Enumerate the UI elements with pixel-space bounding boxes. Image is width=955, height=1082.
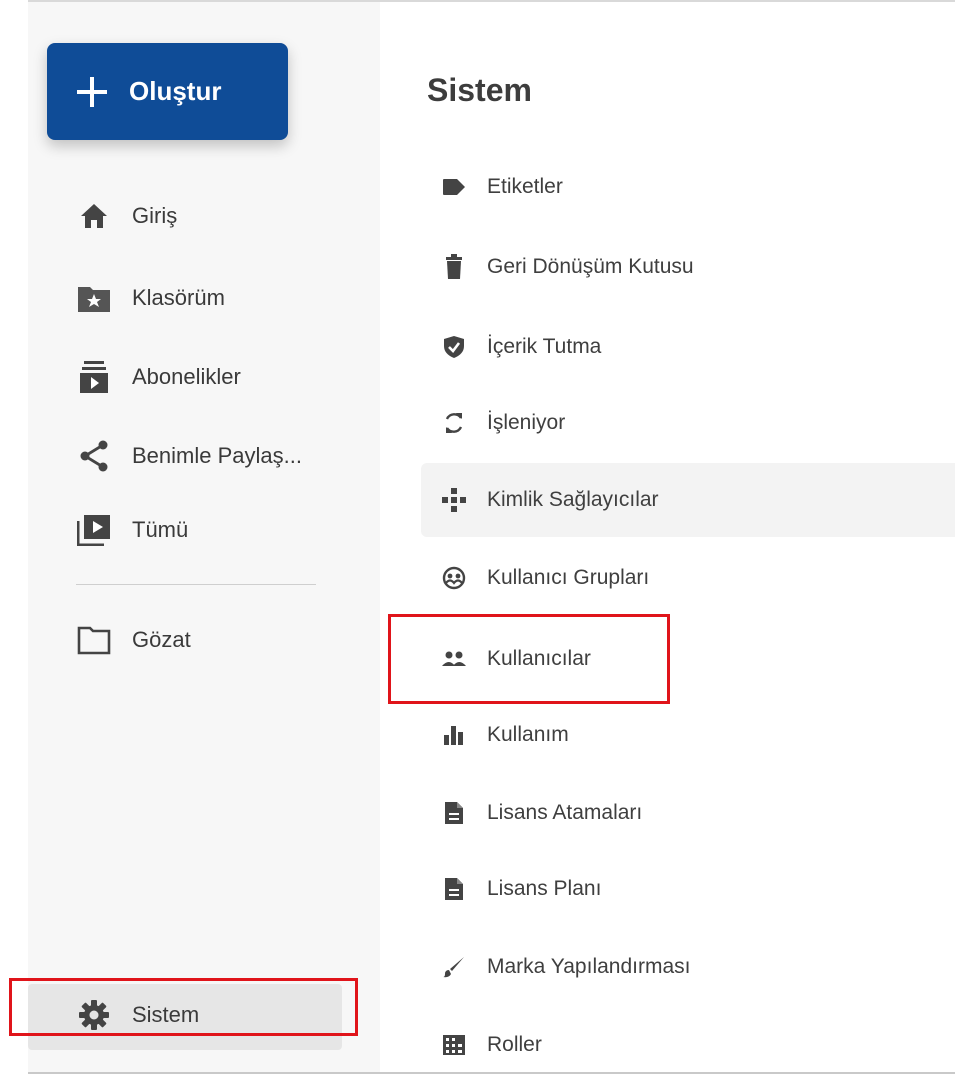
menu-item-label: Geri Dönüşüm Kutusu	[487, 255, 694, 278]
video-library-icon	[76, 512, 112, 548]
create-button[interactable]: Oluştur	[47, 43, 288, 140]
menu-item-tags[interactable]: Etiketler	[421, 150, 955, 224]
menu-item-processing[interactable]: İşleniyor	[421, 386, 955, 460]
menu-item-label: Kullanıcı Grupları	[487, 566, 650, 589]
menu-item-brand-configuration[interactable]: Marka Yapılandırması	[421, 930, 955, 1004]
sidebar-item-browse[interactable]: Gözat	[60, 610, 360, 670]
sidebar-item-home[interactable]: Giriş	[60, 186, 360, 246]
sidebar-item-subscriptions[interactable]: Abonelikler	[60, 347, 360, 407]
folder-star-icon	[76, 280, 112, 316]
subscriptions-icon	[76, 359, 112, 395]
trash-icon	[441, 254, 467, 280]
menu-item-label: İçerik Tutma	[487, 335, 602, 358]
menu-item-license-assignments[interactable]: Lisans Atamaları	[421, 776, 955, 850]
sidebar-item-label: Klasörüm	[132, 285, 225, 310]
user-groups-icon	[441, 565, 467, 591]
highlight-box-users	[388, 614, 670, 704]
menu-item-label: Marka Yapılandırması	[487, 955, 691, 978]
menu-item-label: Kullanım	[487, 723, 569, 746]
sidebar-item-my-folder[interactable]: Klasörüm	[60, 268, 360, 328]
menu-item-recycle-bin[interactable]: Geri Dönüşüm Kutusu	[421, 230, 955, 304]
create-button-label: Oluştur	[129, 76, 222, 106]
menu-item-label: Lisans Atamaları	[487, 801, 643, 824]
home-icon	[76, 198, 112, 234]
sidebar-item-label: Tümü	[132, 517, 189, 542]
menu-item-content-retention[interactable]: İçerik Tutma	[421, 310, 955, 384]
page-title: Sistem	[427, 72, 532, 108]
menu-item-label: Etiketler	[487, 175, 563, 198]
sidebar-item-label: Gözat	[132, 627, 191, 652]
menu-item-label: Kimlik Sağlayıcılar	[487, 488, 659, 511]
folder-outline-icon	[76, 622, 112, 658]
menu-item-user-groups[interactable]: Kullanıcı Grupları	[421, 541, 955, 615]
sync-icon	[441, 410, 467, 436]
menu-item-license-plan[interactable]: Lisans Planı	[421, 852, 955, 926]
highlight-box-system	[9, 978, 358, 1036]
brush-icon	[441, 954, 467, 980]
menu-item-identity-providers[interactable]: Kimlik Sağlayıcılar	[421, 463, 955, 537]
sidebar-item-label: Abonelikler	[132, 364, 241, 389]
building-icon	[441, 1032, 467, 1058]
document-icon	[441, 800, 467, 826]
sidebar-item-shared-with-me[interactable]: Benimle Paylaş...	[60, 426, 360, 486]
bottom-divider	[28, 1072, 955, 1074]
sidebar-item-all[interactable]: Tümü	[60, 500, 360, 560]
sidebar-item-label: Giriş	[132, 203, 178, 228]
menu-item-label: Roller	[487, 1033, 542, 1056]
sidebar-item-label: Benimle Paylaş...	[132, 443, 302, 468]
menu-item-roles[interactable]: Roller	[421, 1008, 955, 1082]
document-icon	[441, 876, 467, 902]
plus-icon	[77, 76, 107, 107]
shield-check-icon	[441, 334, 467, 360]
bar-chart-icon	[441, 722, 467, 748]
menu-item-label: Lisans Planı	[487, 877, 602, 900]
tag-icon	[441, 174, 467, 200]
menu-item-label: İşleniyor	[487, 411, 566, 434]
menu-item-usage[interactable]: Kullanım	[421, 698, 955, 772]
share-icon	[76, 438, 112, 474]
identity-providers-icon	[441, 487, 467, 513]
sidebar-divider	[76, 584, 316, 585]
